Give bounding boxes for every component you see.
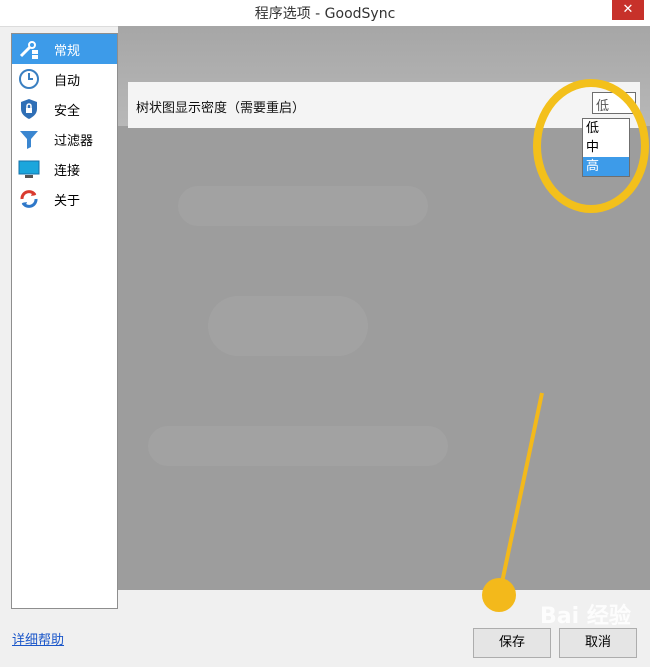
pointer-dot [482, 578, 516, 612]
save-button[interactable]: 保存 [473, 628, 551, 658]
cancel-button[interactable]: 取消 [559, 628, 637, 658]
pointer-line [498, 392, 544, 593]
help-link[interactable]: 详细帮助 [12, 629, 64, 648]
watermark: Bai 经验 [540, 604, 631, 629]
